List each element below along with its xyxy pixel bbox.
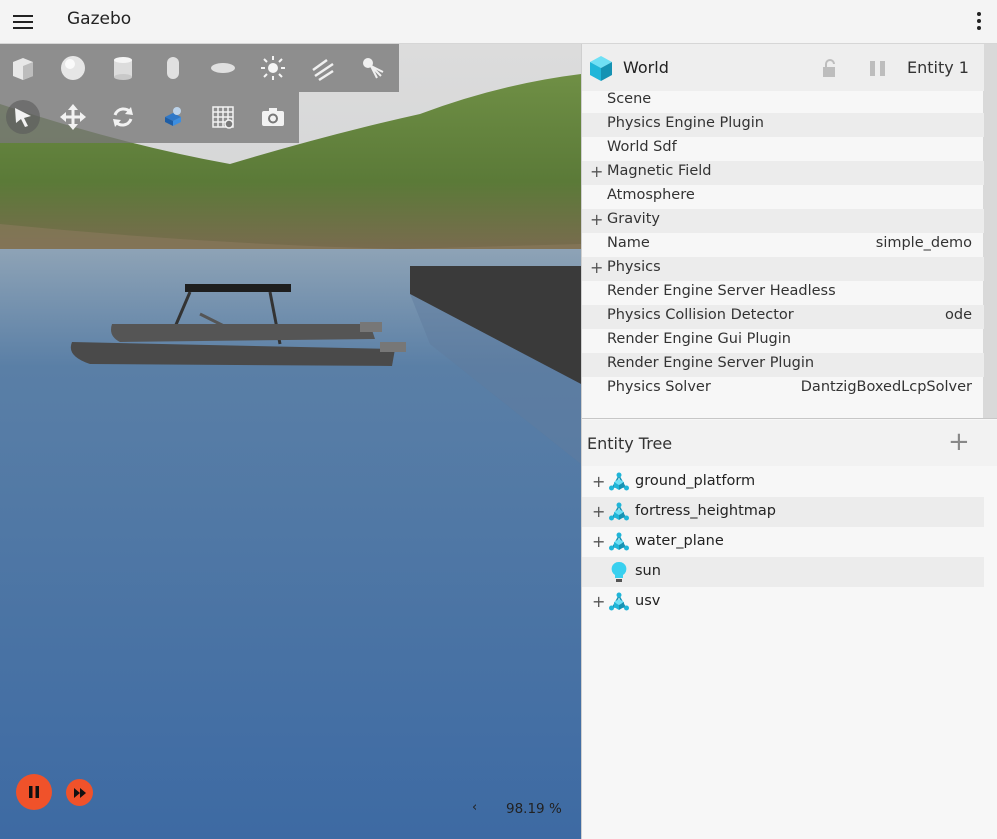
property-row[interactable]: Physics Collision Detector ode <box>582 305 984 329</box>
entity-tree-list: + ground_platform + fortress_heightmap + wate… <box>582 467 984 617</box>
step-forward-button[interactable] <box>66 779 93 806</box>
box-icon[interactable] <box>6 51 40 85</box>
rotate-icon[interactable] <box>106 100 140 134</box>
right-panel: World Entity 1 Scene Physics Engine Plugi… <box>581 44 997 839</box>
property-name: Name <box>607 235 650 251</box>
entity-tree-item[interactable]: + water_plane <box>582 527 984 557</box>
entity-tree-header: Entity Tree + <box>582 420 997 466</box>
hamburger-menu-icon[interactable] <box>12 11 34 33</box>
model-icon <box>608 471 630 493</box>
property-row[interactable]: Name simple_demo <box>582 233 984 257</box>
property-name: Render Engine Server Headless <box>607 283 836 299</box>
scene-render <box>0 44 581 839</box>
property-row[interactable]: Render Engine Gui Plugin <box>582 329 984 353</box>
component-properties: Scene Physics Engine Plugin World Sdf + Magn… <box>582 89 984 401</box>
top-bar: Gazebo <box>0 0 997 44</box>
property-row[interactable]: Render Engine Server Headless <box>582 281 984 305</box>
entity-name-label: usv <box>635 593 661 609</box>
entity-name-label: sun <box>635 563 661 579</box>
property-row[interactable]: + Gravity <box>582 209 984 233</box>
expand-plus-icon[interactable]: + <box>592 472 605 491</box>
panel-scrollbar[interactable] <box>983 44 997 418</box>
entity-tree-item[interactable]: + ground_platform <box>582 467 984 497</box>
entity-tree-item[interactable]: + fortress_heightmap <box>582 497 984 527</box>
property-row[interactable]: Atmosphere <box>582 185 984 209</box>
entity-name-label: ground_platform <box>635 473 756 489</box>
property-name: Magnetic Field <box>607 163 712 179</box>
entity-id: Entity 1 <box>907 58 969 77</box>
shapes-toolbar <box>0 44 399 92</box>
entity-name-label: water_plane <box>635 533 724 549</box>
entity-name: World <box>623 58 669 77</box>
property-name: Physics Engine Plugin <box>607 115 764 131</box>
property-name: Scene <box>607 91 652 107</box>
property-name: Atmosphere <box>607 187 695 203</box>
transform-toolbar <box>0 92 299 143</box>
capsule-icon[interactable] <box>156 51 190 85</box>
property-row[interactable]: Physics Solver DantzigBoxedLcpSolver <box>582 377 984 401</box>
cylinder-icon[interactable] <box>106 51 140 85</box>
scene-3d-viewport[interactable]: ‹ 98.19 % <box>0 44 581 839</box>
world-cube-icon <box>590 56 612 81</box>
model-icon <box>608 591 630 613</box>
sphere-icon[interactable] <box>56 51 90 85</box>
entity-tree-item[interactable]: + usv <box>582 587 984 617</box>
property-row[interactable]: Render Engine Server Plugin <box>582 353 984 377</box>
gazebo-window: Gazebo ‹ 98.19 % World Entity 1 Scene Ph… <box>0 0 997 839</box>
scale-icon[interactable] <box>156 100 190 134</box>
spot-light-icon[interactable] <box>356 51 390 85</box>
expand-plus-icon[interactable]: + <box>592 532 605 551</box>
ellipsoid-icon[interactable] <box>206 51 240 85</box>
model-icon <box>608 531 630 553</box>
property-value: simple_demo <box>875 235 972 251</box>
expand-plus-icon[interactable]: + <box>590 258 603 277</box>
property-row[interactable]: + Magnetic Field <box>582 161 984 185</box>
property-name: Render Engine Gui Plugin <box>607 331 791 347</box>
property-value: ode <box>945 307 972 323</box>
pause-updates-icon[interactable] <box>868 59 888 77</box>
panel-divider[interactable] <box>582 418 997 419</box>
property-name: Physics <box>607 259 661 275</box>
select-arrow-icon[interactable] <box>6 100 40 134</box>
chevron-left-icon[interactable]: ‹ <box>472 800 477 815</box>
point-light-icon[interactable] <box>256 51 290 85</box>
fast-forward-icon <box>73 787 86 798</box>
model-icon <box>608 501 630 523</box>
play-pause-button[interactable] <box>16 774 52 810</box>
property-row[interactable]: World Sdf <box>582 137 984 161</box>
expand-plus-icon[interactable]: + <box>590 210 603 229</box>
expand-plus-icon[interactable]: + <box>590 162 603 181</box>
more-options-icon[interactable] <box>975 10 983 32</box>
property-name: Physics Solver <box>607 379 711 395</box>
component-inspector-header: World Entity 1 <box>582 44 984 91</box>
light-bulb-icon <box>608 561 630 583</box>
grid-config-icon[interactable] <box>206 100 240 134</box>
translate-icon[interactable] <box>56 100 90 134</box>
entity-name-label: fortress_heightmap <box>635 503 776 519</box>
property-value: DantzigBoxedLcpSolver <box>800 379 972 395</box>
property-name: Gravity <box>607 211 660 227</box>
app-title: Gazebo <box>67 9 132 29</box>
entity-tree-item[interactable]: sun <box>582 557 984 587</box>
expand-plus-icon[interactable]: + <box>592 502 605 521</box>
entity-tree-title: Entity Tree <box>587 434 673 453</box>
lock-icon[interactable] <box>821 58 839 78</box>
directional-light-icon[interactable] <box>306 51 340 85</box>
real-time-factor: 98.19 % <box>506 801 562 817</box>
property-name: Render Engine Server Plugin <box>607 355 815 371</box>
property-name: Physics Collision Detector <box>607 307 794 323</box>
property-name: World Sdf <box>607 139 677 155</box>
pause-icon <box>29 786 39 798</box>
property-row[interactable]: Scene <box>582 89 984 113</box>
property-row[interactable]: Physics Engine Plugin <box>582 113 984 137</box>
expand-plus-icon[interactable]: + <box>592 592 605 611</box>
screenshot-icon[interactable] <box>256 100 290 134</box>
add-entity-icon[interactable]: + <box>948 429 970 455</box>
property-row[interactable]: + Physics <box>582 257 984 281</box>
